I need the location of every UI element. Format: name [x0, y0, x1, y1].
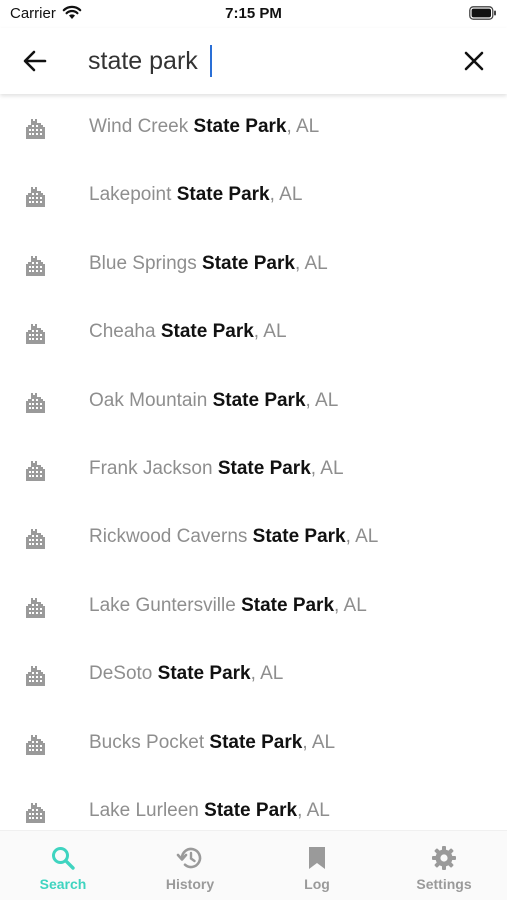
result-label: Lake Guntersville State Park, AL	[89, 595, 367, 617]
search-input[interactable]	[88, 42, 428, 80]
result-match: State Park	[252, 526, 346, 548]
result-item[interactable]: Oak Mountain State Park, AL	[0, 368, 507, 436]
tab-bar: Search History Log Settings	[0, 830, 507, 900]
result-item[interactable]: Cheaha State Park, AL	[0, 299, 507, 367]
result-suffix: , AL	[334, 594, 367, 616]
result-match: State Park	[157, 663, 251, 685]
tab-log[interactable]: Log	[254, 831, 380, 900]
result-match: State Park	[193, 116, 287, 137]
result-match: State Park	[204, 800, 298, 821]
result-label: Lakepoint State Park, AL	[89, 184, 302, 206]
gear-icon	[432, 846, 456, 870]
result-match: State Park	[212, 389, 306, 411]
result-item[interactable]: DeSoto State Park, AL	[0, 641, 507, 709]
result-label: Frank Jackson State Park, AL	[89, 458, 344, 480]
result-suffix: , AL	[310, 458, 344, 479]
tab-settings[interactable]: Settings	[381, 831, 507, 900]
result-prefix: Cheaha	[89, 321, 161, 343]
result-suffix: , AL	[345, 526, 379, 548]
result-prefix: Rickwood Caverns	[89, 526, 253, 548]
building-icon	[24, 321, 48, 345]
result-label: Lake Lurleen State Park, AL	[89, 800, 330, 822]
results-list: Wind Creek State Park, AL Lakepoint State…	[0, 94, 507, 830]
result-item[interactable]: Frank Jackson State Park, AL	[0, 436, 507, 504]
result-label: DeSoto State Park, AL	[89, 663, 283, 685]
result-label: Rickwood Caverns State Park, AL	[89, 526, 378, 548]
result-item[interactable]: Rickwood Caverns State Park, AL	[0, 504, 507, 572]
result-item[interactable]: Blue Springs State Park, AL	[0, 231, 507, 299]
result-prefix: Lakepoint	[89, 184, 177, 206]
result-suffix: , AL	[302, 731, 336, 753]
result-suffix: , AL	[250, 663, 284, 685]
result-label: Wind Creek State Park, AL	[89, 116, 319, 138]
building-icon	[24, 458, 48, 482]
result-prefix: Frank Jackson	[89, 458, 218, 479]
status-bar: Carrier 7:15 PM	[0, 0, 507, 28]
result-label: Bucks Pocket State Park, AL	[89, 732, 335, 754]
building-icon	[24, 253, 48, 277]
result-prefix: Blue Springs	[89, 252, 203, 274]
building-icon	[24, 732, 48, 756]
search-header	[0, 28, 507, 94]
clear-search-button[interactable]	[459, 46, 489, 76]
building-icon	[24, 116, 48, 140]
history-icon	[176, 847, 202, 869]
result-suffix: , AL	[305, 389, 339, 411]
result-suffix: , AL	[286, 116, 320, 137]
result-match: State Park	[209, 731, 303, 753]
result-prefix: Lake Guntersville	[89, 594, 242, 616]
result-match: State Park	[202, 252, 295, 274]
result-prefix: Bucks Pocket	[89, 731, 210, 753]
result-suffix: , AL	[297, 800, 330, 821]
tab-settings-label: Settings	[416, 876, 472, 892]
result-match: State Park	[176, 184, 270, 206]
building-icon	[24, 595, 48, 619]
result-prefix: Oak Mountain	[89, 389, 213, 411]
close-icon	[464, 51, 484, 71]
result-item[interactable]: Wind Creek State Park, AL	[0, 94, 507, 162]
building-icon	[24, 663, 48, 687]
result-match: State Park	[241, 594, 335, 616]
bookmark-icon	[309, 847, 325, 869]
result-label: Blue Springs State Park, AL	[89, 253, 328, 275]
result-item[interactable]: Lakepoint State Park, AL	[0, 162, 507, 230]
result-suffix: , AL	[294, 252, 328, 274]
result-suffix: , AL	[269, 184, 303, 206]
building-icon	[24, 184, 48, 208]
result-item[interactable]: Lake Lurleen State Park, AL	[0, 778, 507, 830]
result-prefix: Lake Lurleen	[89, 800, 205, 821]
arrow-left-icon	[23, 50, 47, 72]
tab-search[interactable]: Search	[0, 831, 126, 900]
building-icon	[24, 800, 48, 824]
result-label: Oak Mountain State Park, AL	[89, 390, 338, 412]
battery-icon	[469, 6, 497, 25]
result-prefix: DeSoto	[89, 663, 158, 685]
tab-search-label: Search	[39, 876, 87, 892]
result-match: State Park	[160, 321, 254, 343]
result-prefix: Wind Creek	[89, 116, 194, 137]
result-item[interactable]: Bucks Pocket State Park, AL	[0, 710, 507, 778]
search-icon	[52, 847, 75, 870]
result-label: Cheaha State Park, AL	[89, 321, 287, 343]
tab-history[interactable]: History	[127, 831, 253, 900]
result-suffix: , AL	[253, 321, 287, 343]
building-icon	[24, 526, 48, 550]
result-item[interactable]: Lake Guntersville State Park, AL	[0, 573, 507, 641]
status-time: 7:15 PM	[225, 5, 282, 22]
back-button[interactable]	[20, 46, 50, 76]
tab-log-label: Log	[304, 876, 330, 892]
tab-history-label: History	[165, 876, 215, 892]
building-icon	[24, 390, 48, 414]
text-caret	[210, 45, 212, 77]
result-match: State Park	[217, 458, 311, 479]
